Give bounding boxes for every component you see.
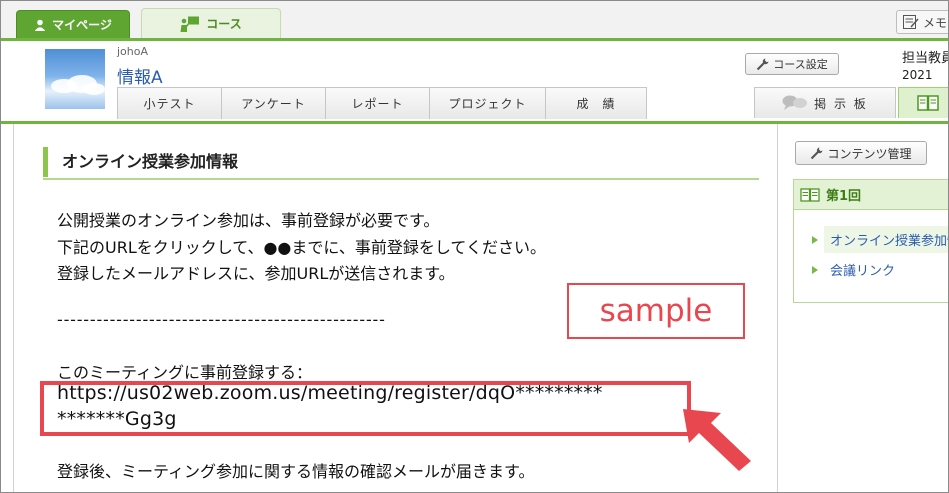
board-tab-label: 掲 示 板 xyxy=(814,96,868,111)
contents-panel-title: 第1回 xyxy=(826,189,862,204)
intro-text-3: 登録したメールアドレスに、参加URLが送信されます。 xyxy=(57,264,455,283)
subnav-quiz[interactable]: 小テスト xyxy=(118,88,222,119)
course-subnav: 小テスト アンケート レポート プロジェクト 成 績 xyxy=(117,87,647,119)
contents-manage-label: コンテンツ管理 xyxy=(827,146,912,161)
contents-panel-header[interactable]: 第1回 xyxy=(794,180,948,210)
memo-label: メモ xyxy=(923,15,948,30)
sample-watermark: sample xyxy=(567,283,745,339)
sidebar-border xyxy=(777,124,778,492)
sample-label: sample xyxy=(599,293,713,329)
separator-line: ----------------------------------------… xyxy=(57,310,386,329)
register-url-line-1[interactable]: https://us02web.zoom.us/meeting/register… xyxy=(57,382,603,404)
contents-manage-button[interactable]: コンテンツ管理 xyxy=(795,141,927,165)
left-border xyxy=(13,124,14,492)
course-name[interactable]: 情報A xyxy=(117,63,163,88)
pointer-arrow-icon xyxy=(683,409,751,471)
teacher-board-icon xyxy=(180,16,200,32)
triangle-bullet-icon xyxy=(812,235,818,244)
register-url-line-2[interactable]: *******Gg3g xyxy=(57,408,177,430)
subnav-survey[interactable]: アンケート xyxy=(222,88,326,119)
sidebar-item-online-class[interactable]: オンライン授業参加情報 xyxy=(812,226,948,253)
app-frame: マイページ コース メモ johoA 情報A コース設定 担当教員 2021 小… xyxy=(0,0,949,493)
subnav-report[interactable]: レポート xyxy=(326,88,430,119)
subnav-grades[interactable]: 成 績 xyxy=(546,88,646,119)
course-year: 2021 xyxy=(902,68,933,82)
tab-mypage-label: マイページ xyxy=(52,18,112,32)
speech-bubbles-icon xyxy=(782,95,808,110)
sidebar-item-meeting-link[interactable]: 会議リンク xyxy=(812,260,895,279)
course-code: johoA xyxy=(117,45,149,58)
intro-text-2: 下記のURLをクリックして、●●までに、事前登録をしてください。 xyxy=(57,238,546,257)
book-icon xyxy=(917,95,939,111)
section-title: オンライン授業参加情報 xyxy=(43,147,759,177)
sidebar-item-label: 会議リンク xyxy=(830,264,896,279)
sidebar-item-label: オンライン授業参加情報 xyxy=(824,226,948,253)
memo-icon xyxy=(903,15,919,29)
contents-tab[interactable] xyxy=(898,87,948,118)
person-icon xyxy=(34,19,46,31)
triangle-bullet-icon xyxy=(812,265,818,274)
tab-course-label: コース xyxy=(206,17,242,31)
subnav-project[interactable]: プロジェクト xyxy=(430,88,546,119)
course-settings-label: コース設定 xyxy=(773,58,828,71)
intro-text-1: 公開授業のオンライン参加は、事前登録が必要です。 xyxy=(57,211,440,230)
course-thumbnail xyxy=(45,49,105,109)
course-settings-button[interactable]: コース設定 xyxy=(745,53,839,75)
contents-panel: 第1回 オンライン授業参加情報 会議リンク xyxy=(793,179,948,303)
teacher-label: 担当教員 xyxy=(902,51,949,66)
wrench-icon xyxy=(811,147,823,159)
register-label: このミーティングに事前登録する： xyxy=(57,363,313,382)
book-icon xyxy=(800,187,820,202)
tab-mypage[interactable]: マイページ xyxy=(16,10,130,38)
section-underline xyxy=(43,178,759,180)
memo-button[interactable]: メモ xyxy=(896,10,948,34)
tab-course[interactable]: コース xyxy=(141,8,281,38)
header-divider xyxy=(1,121,948,124)
board-tab[interactable]: 掲 示 板 xyxy=(754,87,896,118)
after-register-text: 登録後、ミーティング参加に関する情報の確認メールが届きます。 xyxy=(57,462,535,481)
wrench-icon xyxy=(757,58,769,70)
